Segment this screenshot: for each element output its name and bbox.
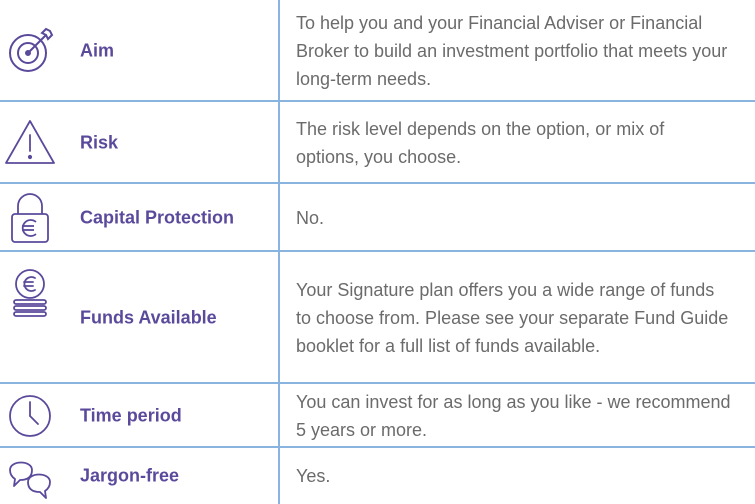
row-label-capital-protection: Capital Protection (80, 207, 235, 228)
table-row-capital-protection: Capital Protection No. (0, 184, 755, 252)
row-description-capital-protection: No. (296, 208, 325, 228)
row-description-aim: To help you and your Financial Adviser o… (296, 13, 728, 89)
table-row-funds-available: Funds Available Your Signature plan offe… (0, 252, 755, 384)
row-description-risk: The risk level depends on the option, or… (296, 119, 665, 167)
row-description-time-period: You can invest for as long as you like -… (296, 392, 731, 440)
row-label-jargon-free: Jargon-free (80, 465, 180, 486)
table-row-jargon-free: Jargon-free Yes. (0, 448, 755, 504)
table-row-aim: Aim To help you and your Financial Advis… (0, 0, 755, 102)
row-label-time-period: Time period (80, 405, 182, 426)
features-table: Aim To help you and your Financial Advis… (0, 0, 755, 504)
row-label-funds-available: Funds Available (80, 307, 217, 328)
euro-coin-stack-icon (2, 266, 58, 322)
euro-padlock-icon (2, 190, 58, 246)
row-label-risk: Risk (80, 132, 119, 153)
warning-triangle-icon (2, 115, 58, 171)
clock-icon (2, 388, 58, 444)
row-description-jargon-free: Yes. (296, 466, 331, 486)
row-description-funds-available: Your Signature plan offers you a wide ra… (296, 280, 729, 356)
row-label-aim: Aim (80, 40, 115, 61)
speech-bubbles-icon (2, 448, 58, 504)
target-icon (2, 23, 58, 79)
table-row-time-period: Time period You can invest for as long a… (0, 384, 755, 448)
table-row-risk: Risk The risk level depends on the optio… (0, 102, 755, 184)
